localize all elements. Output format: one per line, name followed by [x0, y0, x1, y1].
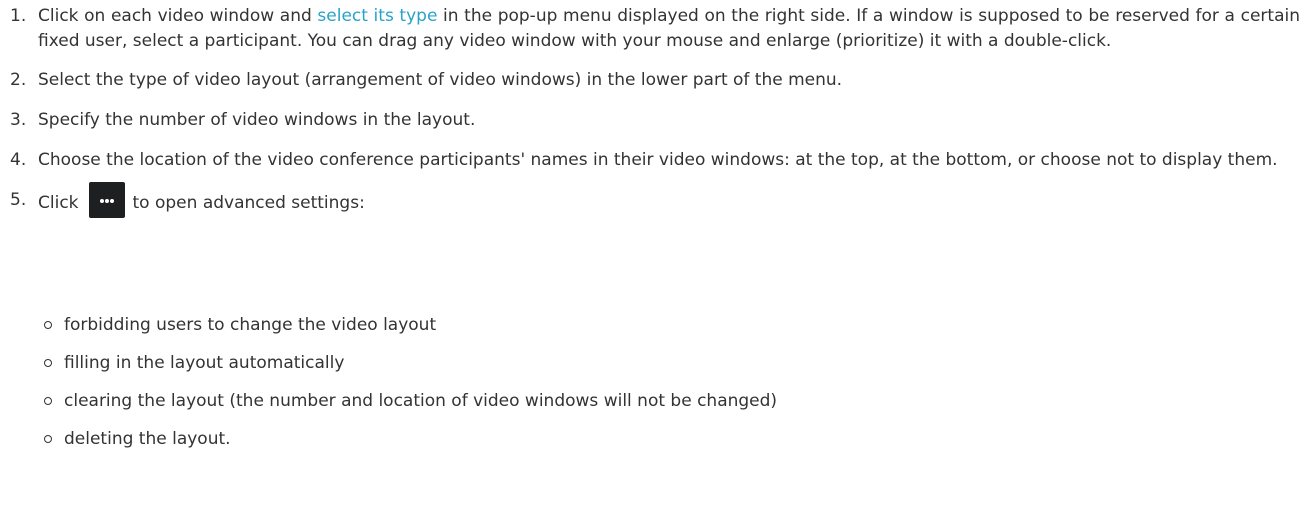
step-number: 1. — [10, 6, 27, 26]
step-text-start: Click on each video window and — [38, 6, 318, 26]
step-3: 3. Specify the number of video windows i… — [0, 108, 1300, 133]
more-options-button[interactable] — [88, 182, 125, 218]
step-text-start: Click — [38, 193, 79, 213]
list-item-text: deleting the layout. — [64, 429, 231, 449]
instruction-steps: 1. Click on each video window and select… — [0, 4, 1300, 218]
step-text: Click to open advanced settings: — [38, 182, 1300, 218]
step-5: 5. Click to open advanced settings: — [0, 182, 1300, 218]
step-2: 2. Select the type of video layout (arra… — [0, 68, 1300, 93]
circle-bullet-icon — [44, 321, 52, 329]
step-text: Select the type of video layout (arrange… — [38, 70, 843, 90]
step-text: Specify the number of video windows in t… — [38, 110, 476, 130]
step-number: 4. — [10, 150, 27, 170]
list-item-text: forbidding users to change the video lay… — [64, 315, 437, 335]
step-4: 4. Choose the location of the video conf… — [0, 148, 1300, 173]
list-item: forbidding users to change the video lay… — [0, 313, 1300, 338]
step-text-end: to open advanced settings: — [132, 193, 365, 213]
list-item-text: clearing the layout (the number and loca… — [64, 391, 778, 411]
circle-bullet-icon — [44, 397, 52, 405]
select-type-link[interactable]: select its type — [317, 6, 437, 26]
advanced-settings-list: forbidding users to change the video lay… — [0, 313, 1300, 465]
list-item-text: filling in the layout automatically — [64, 353, 345, 373]
step-number: 5. — [10, 190, 27, 210]
circle-bullet-icon — [44, 359, 52, 367]
step-text: Click on each video window and select it… — [38, 4, 1300, 54]
step-number: 3. — [10, 110, 27, 130]
list-item: clearing the layout (the number and loca… — [0, 389, 1300, 414]
list-item: deleting the layout. — [0, 427, 1300, 452]
step-1: 1. Click on each video window and select… — [0, 4, 1300, 54]
step-number: 2. — [10, 70, 27, 90]
step-text: Choose the location of the video confere… — [38, 150, 1278, 170]
list-item: filling in the layout automatically — [0, 351, 1300, 376]
more-dots-icon — [99, 199, 114, 203]
circle-bullet-icon — [44, 435, 52, 443]
